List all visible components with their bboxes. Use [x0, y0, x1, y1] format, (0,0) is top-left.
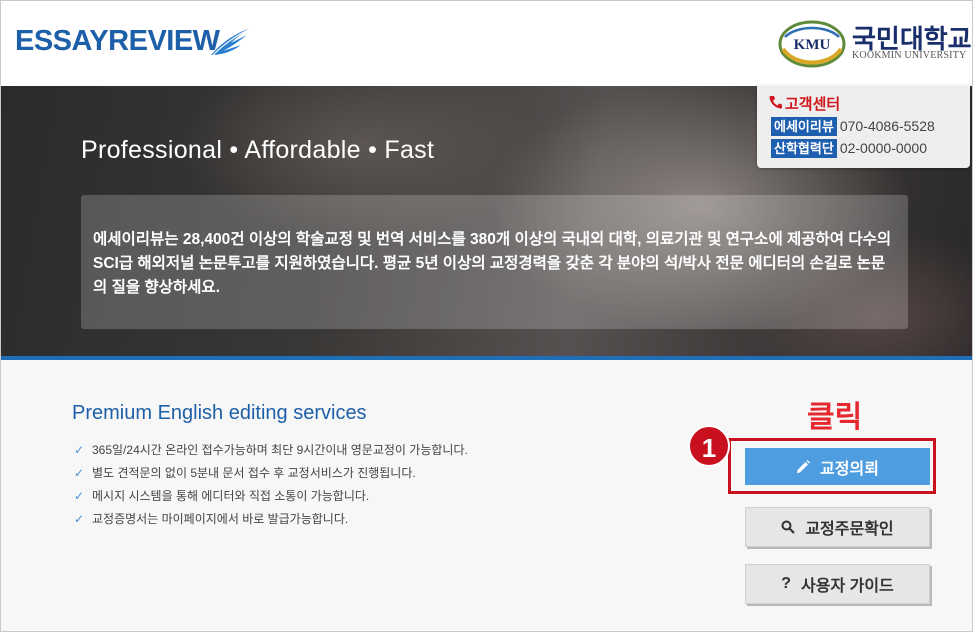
- intro-box: 에세이리뷰는 28,400건 이상의 학술교정 및 번역 서비스를 380개 이…: [81, 195, 908, 329]
- page-frame: ESSAYREVIEW KMU 국민대학교 KOOKMIN UNIVERSITY…: [0, 0, 973, 632]
- feather-logo-icon: [211, 26, 254, 56]
- check-icon: ✓: [74, 442, 85, 457]
- service-item-text: 교정증명서는 마이페이지에서 바로 발급가능합니다.: [92, 512, 349, 526]
- check-icon: ✓: [74, 511, 85, 526]
- user-guide-button[interactable]: ? 사용자 가이드: [745, 564, 930, 604]
- search-icon: [781, 520, 796, 534]
- user-guide-label: 사용자 가이드: [801, 578, 894, 595]
- list-item: ✓ 메시지 시스템을 통해 에디터와 직접 소통이 가능합니다.: [74, 484, 468, 507]
- list-item: ✓ 별도 견적문의 없이 5분내 문서 접수 후 교정서비스가 진행됩니다.: [74, 461, 468, 484]
- cs-label: 산학협력단: [771, 139, 837, 158]
- cs-phone-number[interactable]: 070-4086-5528: [840, 117, 935, 136]
- step-number-badge: 1: [688, 425, 730, 467]
- services-title: Premium English editing services: [72, 402, 367, 424]
- check-order-button[interactable]: 교정주문확인: [745, 507, 930, 547]
- customer-center-title: 고객센터: [785, 96, 841, 113]
- list-item: ✓ 365일/24시간 온라인 접수가능하며 최단 9시간이내 영문교정이 가능합…: [74, 438, 468, 461]
- services-list: ✓ 365일/24시간 온라인 접수가능하며 최단 9시간이내 영문교정이 가능합…: [74, 438, 468, 530]
- check-icon: ✓: [74, 465, 85, 480]
- hero-tagline: Professional • Affordable • Fast: [81, 136, 435, 164]
- brand-logo-text[interactable]: ESSAYREVIEW: [15, 25, 220, 58]
- click-highlight-box: [728, 438, 936, 494]
- phone-icon: [769, 96, 782, 109]
- customer-center-box: 고객센터 에세이리뷰 070-4086-5528 산학협력단 02-0000-000…: [757, 86, 970, 168]
- check-icon: ✓: [74, 488, 85, 503]
- cs-row-sanhak: 산학협력단 02-0000-0000: [771, 139, 927, 158]
- cs-row-essayreview: 에세이리뷰 070-4086-5528: [771, 117, 935, 136]
- cs-label: 에세이리뷰: [771, 117, 837, 136]
- question-icon: ?: [781, 575, 791, 592]
- cs-phone-number[interactable]: 02-0000-0000: [840, 139, 927, 158]
- check-order-label: 교정주문확인: [805, 521, 894, 538]
- service-item-text: 365일/24시간 온라인 접수가능하며 최단 9시간이내 영문교정이 가능합니…: [92, 443, 468, 457]
- kmu-emblem-icon: KMU: [778, 20, 846, 68]
- service-item-text: 메시지 시스템을 통해 에디터와 직접 소통이 가능합니다.: [92, 489, 370, 503]
- kmu-logo-text: KMU: [794, 37, 831, 53]
- list-item: ✓ 교정증명서는 마이페이지에서 바로 발급가능합니다.: [74, 507, 468, 530]
- site-header: ESSAYREVIEW KMU 국민대학교 KOOKMIN UNIVERSITY: [1, 1, 972, 86]
- click-annotation-label: 클릭: [807, 401, 863, 434]
- intro-text: 에세이리뷰는 28,400건 이상의 학술교정 및 번역 서비스를 380개 이…: [93, 231, 892, 296]
- university-name-en: KOOKMIN UNIVERSITY: [852, 50, 967, 61]
- service-item-text: 별도 견적문의 없이 5분내 문서 접수 후 교정서비스가 진행됩니다.: [92, 466, 416, 480]
